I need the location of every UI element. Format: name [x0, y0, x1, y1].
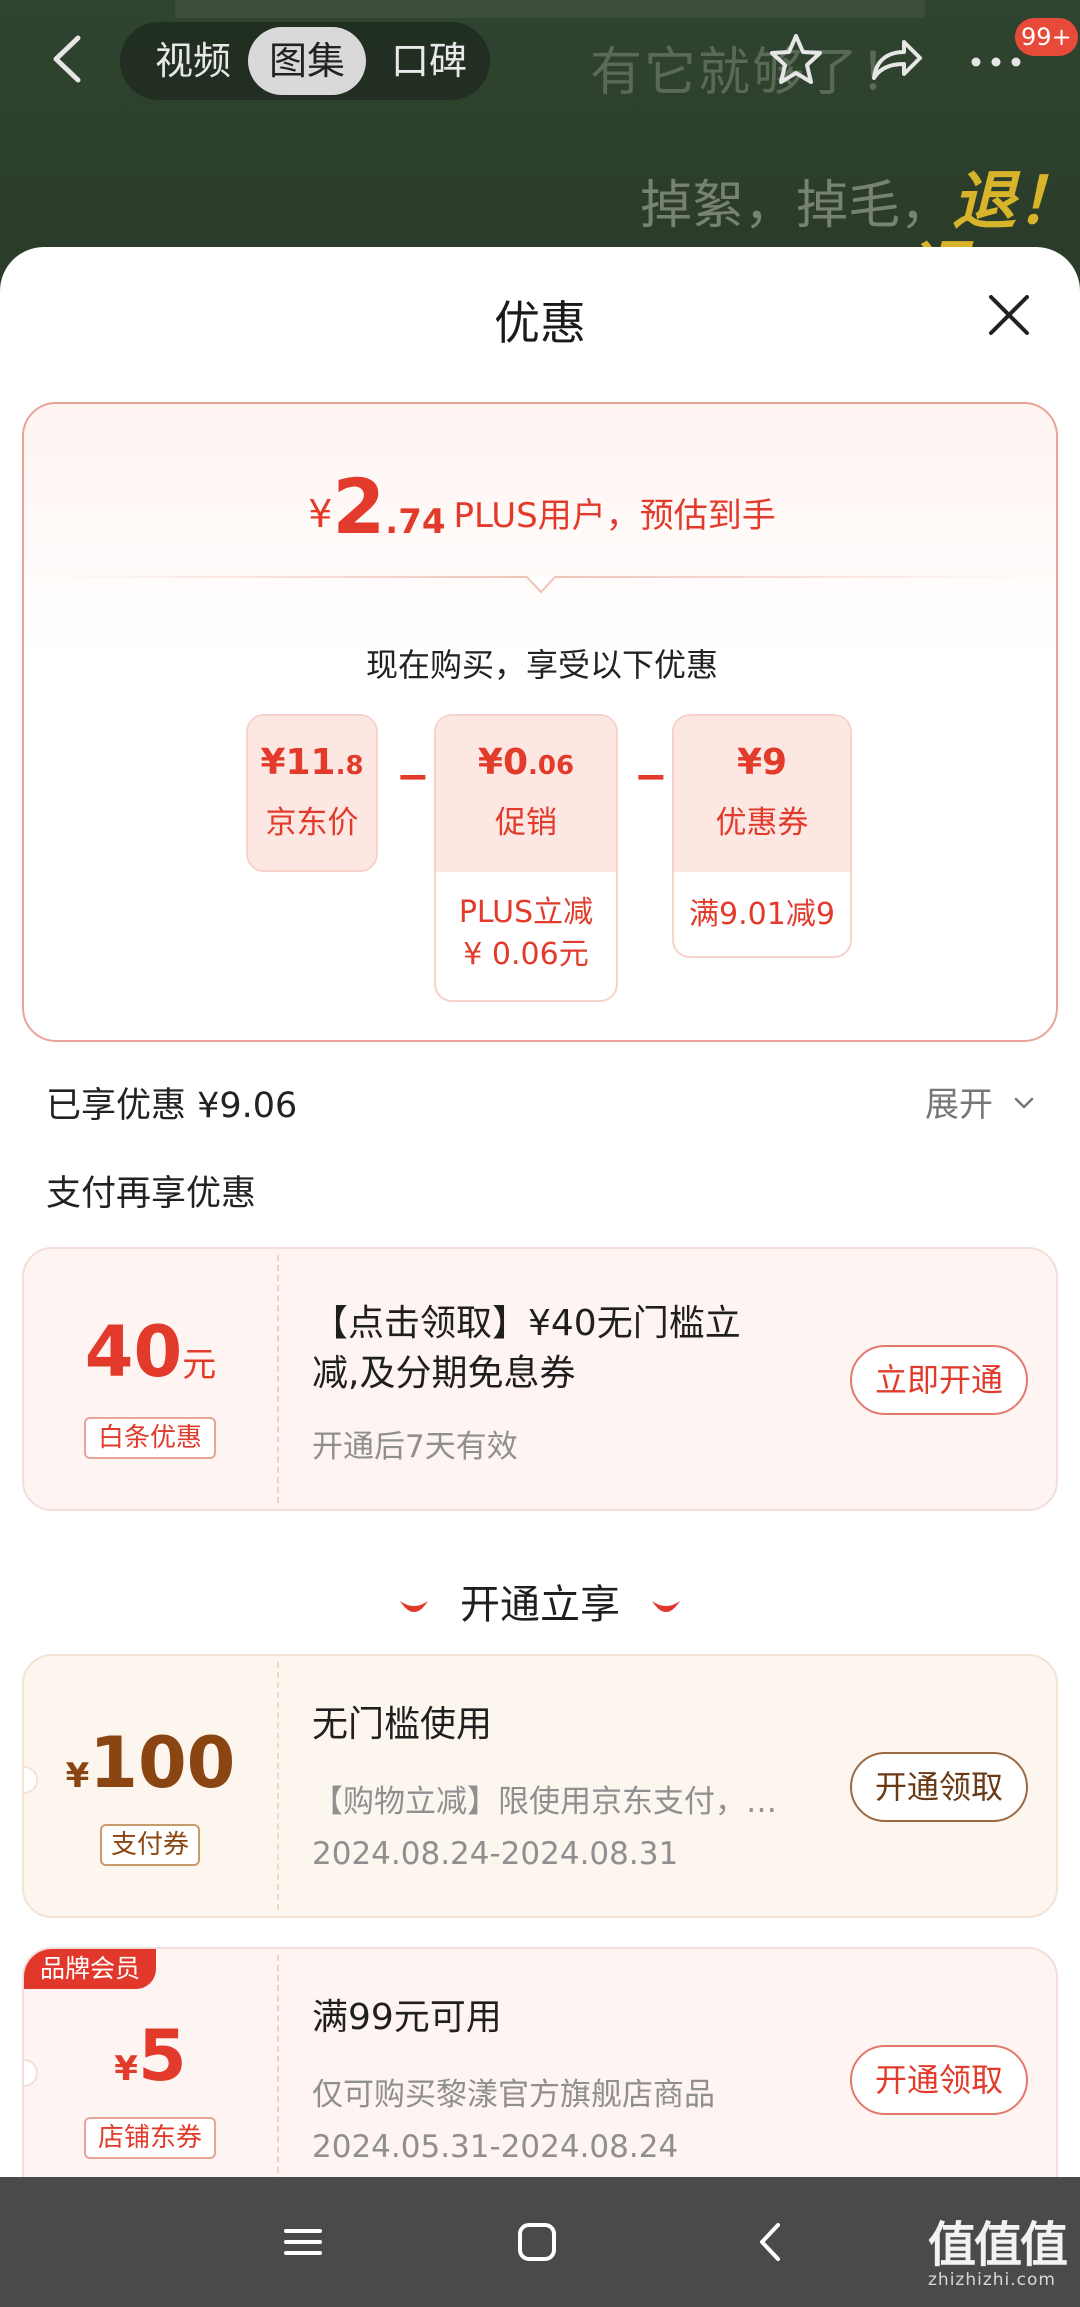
- payment-coupon-card[interactable]: ¥100 支付券 无门槛使用 【购物立减】限使用京东支付，… 2024.08.2…: [22, 1654, 1058, 1918]
- minus-sign: −: [396, 754, 430, 800]
- sheet-title: 优惠: [494, 296, 586, 350]
- promotion-label: 促销: [495, 805, 557, 841]
- payment-coupon-title: 无门槛使用: [312, 1704, 493, 1745]
- notification-badge: 99+: [1015, 18, 1078, 56]
- shop-coupon-title: 满99元可用: [312, 1997, 502, 2038]
- minus-sign: −: [634, 754, 668, 800]
- back-icon[interactable]: [746, 2217, 796, 2267]
- open-benefits-title: 开通立享: [460, 1582, 620, 1628]
- smile-left-icon: [400, 1601, 429, 1612]
- price-currency: ¥: [308, 492, 333, 536]
- price-decimal: .74: [385, 502, 446, 542]
- shop-coupon-currency: ¥: [114, 2049, 138, 2089]
- activate-claim-button[interactable]: 开通领取: [850, 2045, 1028, 2115]
- open-now-button[interactable]: 立即开通: [850, 1345, 1028, 1415]
- watermark-url: zhizhizhi.com: [928, 2270, 1056, 2290]
- baitiao-amount-unit: 元: [182, 1345, 217, 1385]
- breakdown-subtitle: 现在购买，享受以下优惠: [365, 646, 718, 684]
- shop-coupon-desc: 仅可购买黎漾官方旗舰店商品: [312, 2077, 715, 2113]
- baitiao-title-line2: 减,及分期免息券: [312, 1353, 576, 1394]
- shop-coupon-card[interactable]: 品牌会员 ¥5 店铺东券 满99元可用 仅可购买黎漾官方旗舰店商品 2024.0…: [22, 1947, 1058, 2211]
- promotion-box: ¥0.06 促销 PLUS立减 ¥ 0.06元: [434, 714, 618, 1002]
- baitiao-amount: 40元: [24, 1311, 277, 1393]
- tab-reviews[interactable]: 口碑: [374, 22, 484, 100]
- promotion-detail-1: PLUS立减: [458, 895, 594, 930]
- baitiao-amount-value: 40: [84, 1311, 183, 1393]
- payment-coupon-currency: ¥: [65, 1756, 90, 1796]
- jd-price-box: ¥11.8 京东价: [246, 714, 378, 872]
- payment-coupon-tag: 支付券: [100, 1824, 200, 1866]
- banner-slogan-2-highlight: 退！: [952, 165, 1080, 239]
- baitiao-tag: 白条优惠: [84, 1417, 216, 1459]
- dashed-separator: [277, 1662, 279, 1910]
- coupon-main: ¥9: [736, 742, 788, 783]
- coupon-left: 40元 白条优惠: [24, 1249, 277, 1509]
- shop-coupon-value: 5: [137, 2015, 187, 2097]
- jd-price-amount: ¥11.8: [248, 742, 376, 783]
- tab-gallery[interactable]: 图集: [248, 27, 366, 95]
- banner-slogan-2: 掉絮，掉毛，退！: [640, 150, 1080, 242]
- promotion-amount: ¥0.06: [436, 742, 616, 783]
- payment-coupon-amount: ¥100: [24, 1722, 277, 1804]
- media-tabs: 视频 图集 口碑: [120, 22, 490, 100]
- chevron-down-icon[interactable]: [1013, 1095, 1035, 1111]
- coupon-amount: ¥9: [674, 742, 850, 783]
- watermark-logo: 值值值: [928, 2217, 1068, 2273]
- notch-chevron-icon: [525, 575, 557, 594]
- promotion-detail-2: ¥ 0.06元: [463, 937, 589, 972]
- share-icon[interactable]: [866, 30, 926, 90]
- jd-price-main: ¥11: [260, 742, 336, 783]
- enjoyed-discount: 已享优惠 ¥9.06: [46, 1086, 298, 1126]
- baitiao-desc: 开通后7天有效: [312, 1429, 518, 1465]
- expand-button[interactable]: 展开: [925, 1077, 993, 1126]
- shop-coupon-date: 2024.05.31-2024.08.24: [312, 2129, 679, 2165]
- open-benefits-header: 开通立享: [0, 1572, 1080, 1630]
- coupon-detail: 满9.01减9: [689, 897, 835, 932]
- coupon-label: 优惠券: [715, 805, 809, 841]
- star-icon[interactable]: [766, 30, 826, 90]
- baitiao-title: 【点击领取】¥40无门槛立 减,及分期免息券: [312, 1299, 741, 1399]
- back-arrow-icon[interactable]: [48, 32, 88, 86]
- baitiao-coupon-card[interactable]: 40元 白条优惠 【点击领取】¥40无门槛立 减,及分期免息券 开通后7天有效 …: [22, 1247, 1058, 1511]
- home-icon[interactable]: [512, 2217, 562, 2267]
- price-description: PLUS用户，预估到手: [453, 496, 776, 536]
- price-summary-card: ¥2.74 PLUS用户，预估到手 现在购买，享受以下优惠 ¥11.8 京东价 −…: [22, 402, 1058, 1042]
- shop-coupon-amount: ¥5: [24, 2015, 277, 2097]
- payment-coupon-value: 100: [89, 1722, 236, 1804]
- promotion-detail: PLUS立减 ¥ 0.06元: [436, 892, 616, 976]
- dashed-separator: [277, 1955, 279, 2203]
- jd-price-label: 京东价: [265, 805, 359, 841]
- shop-coupon-tag: 店铺东券: [84, 2117, 216, 2159]
- coupon-left: ¥5 店铺东券: [24, 1949, 277, 2209]
- top-bar: 视频 图集 口碑 99+: [0, 0, 1080, 120]
- tab-video[interactable]: 视频: [138, 22, 248, 100]
- smile-right-icon: [651, 1601, 680, 1612]
- close-icon[interactable]: [985, 291, 1033, 339]
- recent-apps-icon[interactable]: [278, 2217, 328, 2267]
- promotion-main: ¥0: [477, 742, 529, 783]
- dashed-separator: [277, 1255, 279, 1503]
- coupon-box: ¥9 优惠券 满9.01减9: [672, 714, 852, 958]
- system-nav-bar: [0, 2177, 1080, 2307]
- baitiao-title-line1: 【点击领取】¥40无门槛立: [312, 1303, 741, 1344]
- estimated-price: ¥2.74 PLUS用户，预估到手: [24, 462, 1060, 551]
- price-integer: 2: [332, 462, 386, 551]
- pay-section-title: 支付再享优惠: [46, 1174, 257, 1214]
- promotion-small: .06: [528, 751, 575, 781]
- coupon-left: ¥100 支付券: [24, 1656, 277, 1916]
- discount-sheet: 优惠 ¥2.74 PLUS用户，预估到手 现在购买，享受以下优惠 ¥11.8 京东…: [0, 247, 1080, 2307]
- activate-claim-button[interactable]: 开通领取: [850, 1752, 1028, 1822]
- payment-coupon-date: 2024.08.24-2024.08.31: [312, 1836, 679, 1872]
- jd-price-small: .8: [335, 751, 364, 781]
- payment-coupon-desc: 【购物立减】限使用京东支付，…: [312, 1784, 777, 1820]
